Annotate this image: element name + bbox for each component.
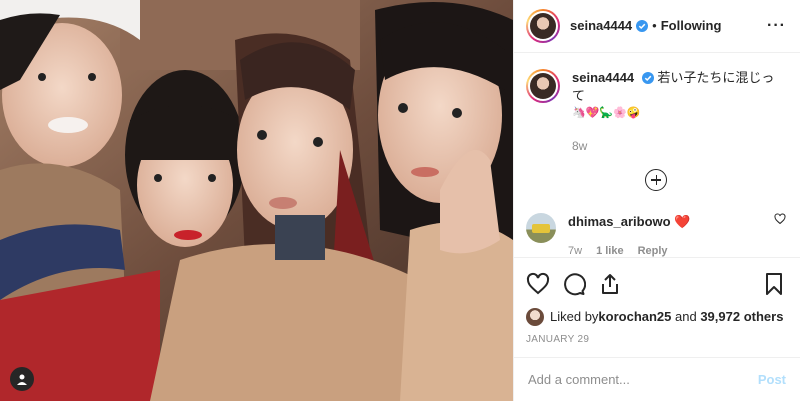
likes-summary: Liked by korochan25 and 39,972 others — [526, 307, 786, 326]
comment-text: ❤️ — [674, 213, 691, 229]
comments-section[interactable]: seina4444 若い子たちに混じって 🦄💖🦕🌸🤪 8w dhimas_ari… — [514, 53, 800, 257]
heart-icon[interactable] — [526, 272, 550, 299]
post-comment-button[interactable]: Post — [758, 372, 786, 387]
author-avatar[interactable] — [526, 8, 560, 43]
comment-like-heart-icon[interactable] — [774, 213, 786, 228]
author-username[interactable]: seina4444 — [570, 18, 632, 33]
likes-middle: and — [671, 309, 701, 325]
load-more-icon[interactable] — [645, 168, 667, 191]
bookmark-icon[interactable] — [762, 272, 786, 299]
more-options-icon[interactable]: ··· — [767, 17, 786, 35]
comment-likes[interactable]: 1 like — [596, 245, 624, 257]
post-photo[interactable] — [0, 0, 513, 401]
user-tag-button[interactable] — [10, 367, 34, 391]
post-actions: Liked by korochan25 and 39,972 others JA… — [514, 256, 800, 345]
comment-time[interactable]: 7w — [568, 245, 582, 257]
caption: seina4444 若い子たちに混じって 🦄💖🦕🌸🤪 8w — [526, 68, 786, 153]
comment: dhimas_aribowo ❤️ 7w 1 like Reply — [526, 212, 786, 257]
share-icon[interactable] — [598, 272, 622, 299]
following-button[interactable]: Following — [661, 18, 722, 33]
liker-username[interactable]: korochan25 — [598, 309, 671, 324]
verified-icon — [636, 19, 649, 32]
likes-prefix: Liked by — [550, 309, 599, 325]
commenter-username[interactable]: dhimas_aribowo — [568, 214, 671, 229]
post-header: seina4444 • Following ··· — [514, 0, 800, 53]
liker-avatar[interactable] — [526, 307, 544, 326]
reply-button[interactable]: Reply — [638, 245, 668, 257]
instagram-post: seina4444 • Following ··· seina4444 若い子た… — [0, 0, 800, 401]
commenter-avatar[interactable] — [526, 212, 556, 243]
caption-time[interactable]: 8w — [572, 139, 786, 153]
likes-count[interactable]: 39,972 others — [700, 309, 783, 324]
user-tag-icon — [17, 374, 27, 385]
post-side-panel: seina4444 • Following ··· seina4444 若い子た… — [513, 0, 800, 401]
add-comment-bar: Post — [514, 356, 800, 401]
photo-illustration — [0, 0, 513, 401]
caption-username[interactable]: seina4444 — [572, 70, 634, 85]
separator-dot: • — [652, 18, 657, 34]
comment-input[interactable] — [528, 371, 758, 387]
post-date[interactable]: JANUARY 29 — [526, 334, 786, 345]
verified-icon — [641, 72, 654, 85]
caption-emoji: 🦄💖🦕🌸🤪 — [572, 106, 641, 119]
caption-avatar[interactable] — [526, 68, 560, 103]
comment-icon[interactable] — [562, 272, 587, 299]
